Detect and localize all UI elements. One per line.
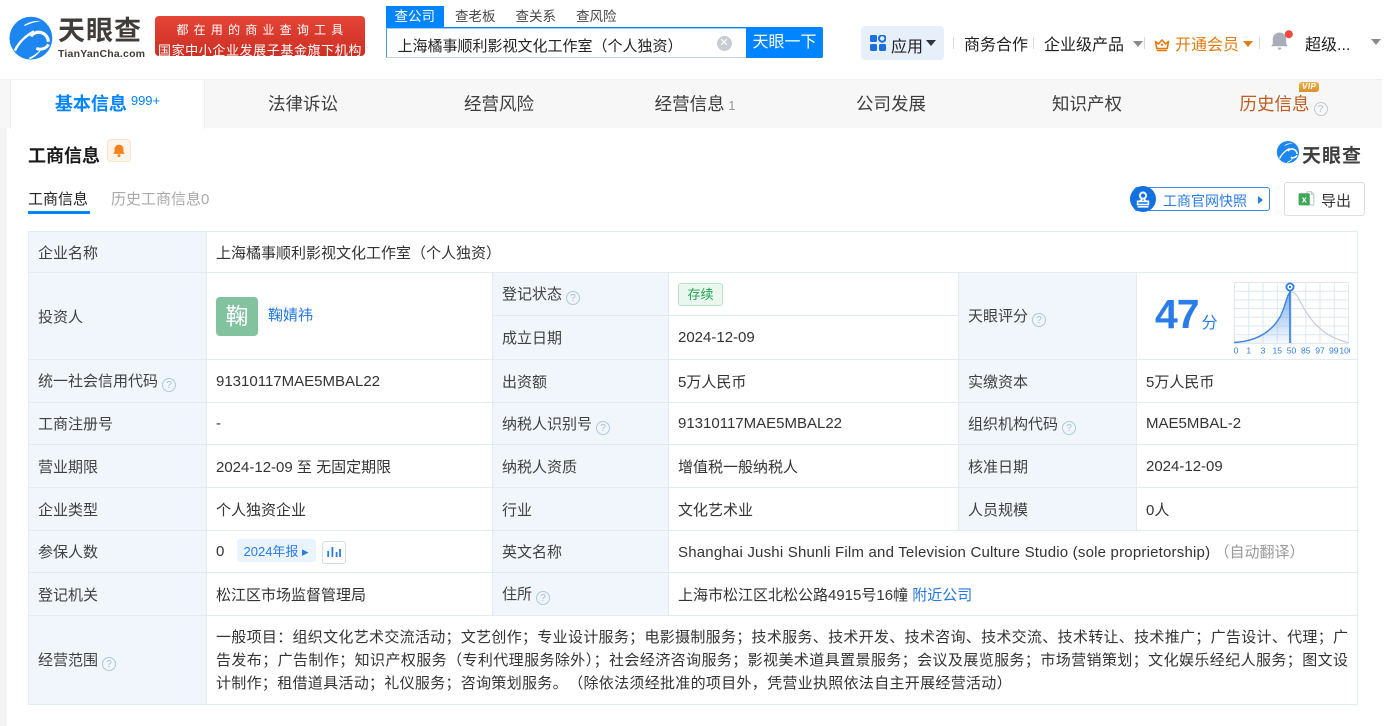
svg-text:97: 97 [1315,346,1325,356]
svg-text:100: 100 [1339,346,1350,356]
svg-text:85: 85 [1301,346,1311,356]
svg-text:99: 99 [1329,346,1339,356]
svg-text:50: 50 [1287,346,1297,356]
svg-text:3: 3 [1261,346,1266,356]
svg-text:x: x [1302,195,1307,205]
svg-text:1: 1 [1246,346,1251,356]
svg-text:15: 15 [1273,346,1283,356]
svg-text:0: 0 [1234,346,1239,356]
